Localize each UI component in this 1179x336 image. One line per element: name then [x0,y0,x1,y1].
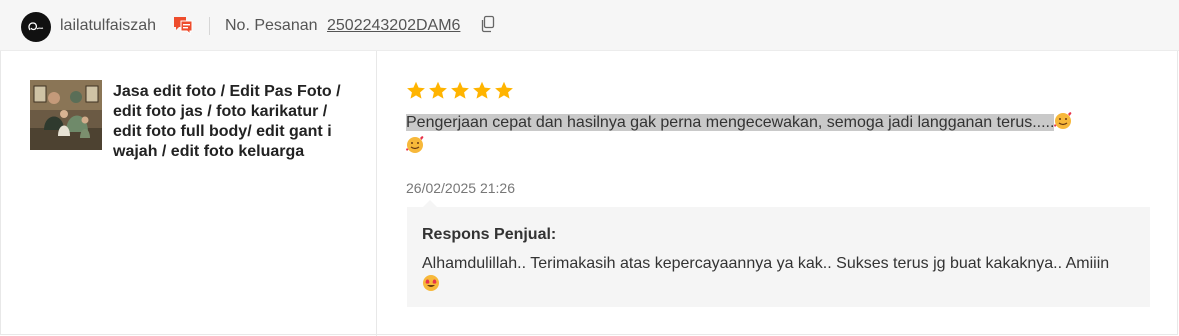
review-text-block: Pengerjaan cepat dan hasilnya gak perna … [406,111,1146,159]
product-thumbnail[interactable] [30,80,102,150]
star-icon [429,81,447,99]
smiling-face-hearts-icon-2 [406,136,424,154]
header-separator [209,17,210,35]
column-divider [376,51,377,336]
order-number-label: No. Pesanan [225,17,318,34]
response-caret [423,200,437,207]
star-icon [495,81,513,99]
avatar-logo-icon [28,22,44,31]
buyer-username[interactable]: lailatulfaiszah [60,16,156,36]
review-header: lailatulfaiszah No. Pesanan 2502243202DA… [0,0,1179,51]
product-name[interactable]: Jasa edit foto / Edit Pas Foto / edit fo… [113,82,353,162]
star-icon [473,81,491,99]
review-text: Pengerjaan cepat dan hasilnya gak perna … [406,114,1055,131]
user-avatar[interactable] [21,12,51,42]
heart-eyes-icon [422,274,440,298]
smiling-face-hearts-icon [1054,112,1072,130]
order-number-link[interactable]: 2502243202DAM6 [327,16,460,36]
seller-response-box: Respons Penjual: Alhamdulillah.. Terimak… [407,207,1150,307]
copy-icon[interactable] [480,15,496,38]
chat-icon[interactable] [172,15,194,40]
star-rating [406,81,514,100]
seller-response-text: Alhamdulillah.. Terimakasih atas keperca… [422,255,1110,272]
review-timestamp: 26/02/2025 21:26 [406,180,515,196]
star-icon [451,81,469,99]
star-icon [407,81,425,99]
seller-response-title: Respons Penjual: [422,226,557,243]
seller-response-text-block: Alhamdulillah.. Terimakasih atas keperca… [422,254,1122,298]
